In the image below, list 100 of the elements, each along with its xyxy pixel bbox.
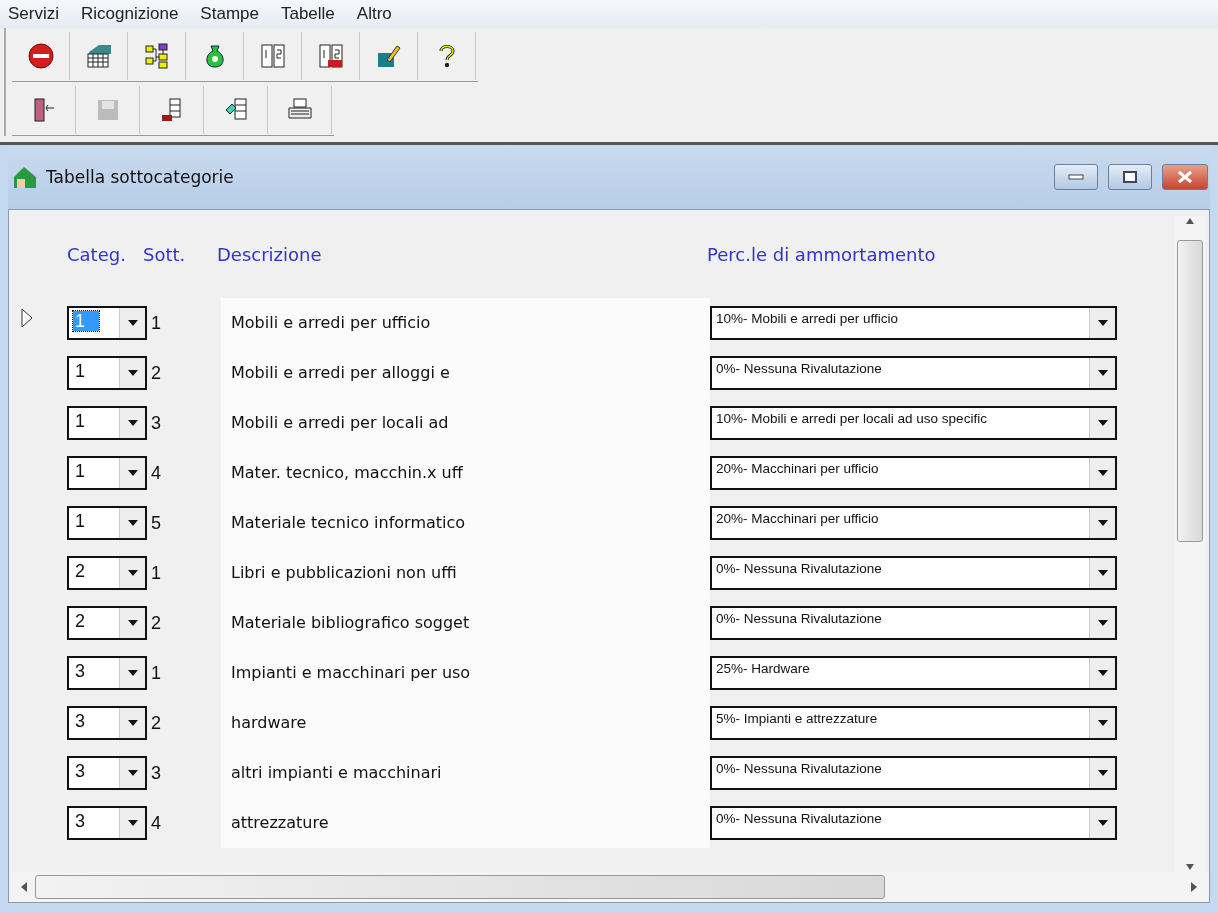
minimize-button[interactable] bbox=[1054, 164, 1098, 190]
caret-icon bbox=[1097, 670, 1108, 676]
dropdown-button[interactable] bbox=[119, 558, 145, 588]
close-icon bbox=[1177, 170, 1193, 184]
caret-icon bbox=[127, 720, 138, 726]
rate-dropdown[interactable]: 20%- Macchinari per ufficio bbox=[710, 506, 1117, 540]
table-cell: hardware bbox=[221, 698, 710, 748]
scroll-right-icon[interactable] bbox=[1191, 882, 1199, 892]
dropdown-button[interactable] bbox=[1089, 758, 1115, 788]
caret-icon bbox=[1097, 620, 1108, 626]
caret-icon bbox=[1097, 520, 1108, 526]
dropdown-button[interactable] bbox=[119, 708, 145, 738]
scroll-down-icon[interactable] bbox=[1186, 862, 1194, 872]
category-dropdown[interactable]: 3 bbox=[67, 656, 147, 690]
table-cell: Mater. tecnico, macchin.x uff bbox=[221, 448, 710, 498]
dropdown-button[interactable] bbox=[119, 508, 145, 538]
house-icon bbox=[12, 165, 38, 189]
table-cell-text: 1 bbox=[150, 562, 162, 584]
rate-dropdown[interactable]: 0%- Nessuna Rivalutazione bbox=[710, 606, 1117, 640]
scroll-thumb[interactable] bbox=[1177, 240, 1203, 542]
maximize-icon bbox=[1123, 171, 1137, 183]
table-cell: Libri e pubblicazioni non uffi bbox=[221, 548, 710, 598]
dropdown-button[interactable] bbox=[1089, 708, 1115, 738]
scroll-thumb[interactable] bbox=[35, 875, 885, 899]
table-cell-text: 1 bbox=[150, 312, 162, 334]
dropdown-button[interactable] bbox=[1089, 808, 1115, 838]
dropdown-button[interactable] bbox=[119, 608, 145, 638]
caret-icon bbox=[1097, 470, 1108, 476]
table-cell: Materiale tecnico informatico bbox=[221, 498, 710, 548]
scroll-left-icon[interactable] bbox=[19, 882, 27, 892]
category-dropdown[interactable]: 1 bbox=[67, 506, 147, 540]
rate-dropdown[interactable]: 0%- Nessuna Rivalutazione bbox=[710, 806, 1117, 840]
scroll-up-icon[interactable] bbox=[1186, 216, 1194, 226]
menu-item[interactable]: Stampe bbox=[200, 4, 259, 24]
rate-dropdown[interactable]: 0%- Nessuna Rivalutazione bbox=[710, 756, 1117, 790]
dropdown-button[interactable] bbox=[1089, 608, 1115, 638]
caret-icon bbox=[127, 570, 138, 576]
caret-icon bbox=[127, 470, 138, 476]
close-button[interactable] bbox=[1162, 164, 1208, 190]
rate-dropdown[interactable]: 25%- Hardware bbox=[710, 656, 1117, 690]
caret-icon bbox=[1097, 420, 1108, 426]
table-cell: altri impianti e macchinari bbox=[221, 748, 710, 798]
menu-item[interactable]: Ricognizione bbox=[81, 4, 179, 24]
menu-item[interactable]: Altro bbox=[356, 4, 392, 24]
category-dropdown[interactable]: 2 bbox=[67, 606, 147, 640]
dropdown-button[interactable] bbox=[119, 308, 145, 338]
table-cell: attrezzature bbox=[221, 798, 710, 848]
dropdown-button[interactable] bbox=[119, 358, 145, 388]
dropdown-button[interactable] bbox=[1089, 508, 1115, 538]
table-cell-text: 4 bbox=[150, 462, 162, 484]
table-cell: Materiale bibliografico sogget bbox=[221, 598, 710, 648]
caret-icon bbox=[1097, 320, 1108, 326]
table-cell-text: 2 bbox=[150, 712, 162, 734]
rate-dropdown[interactable]: 10%- Mobili e arredi per ufficio bbox=[710, 306, 1117, 340]
rate-dropdown[interactable]: 10%- Mobili e arredi per locali ad uso specific bbox=[710, 406, 1117, 440]
dropdown-button[interactable] bbox=[119, 808, 145, 838]
menu-item[interactable]: Servizi bbox=[8, 4, 59, 24]
caret-icon bbox=[1097, 720, 1108, 726]
dropdown-button[interactable] bbox=[1089, 308, 1115, 338]
category-dropdown[interactable]: 1 bbox=[67, 406, 147, 440]
dropdown-button[interactable] bbox=[1089, 458, 1115, 488]
dropdown-button[interactable] bbox=[119, 408, 145, 438]
dropdown-button[interactable] bbox=[1089, 408, 1115, 438]
horizontal-scrollbar[interactable] bbox=[9, 872, 1209, 902]
table-cell: Mobili e arredi per alloggi e bbox=[221, 348, 710, 398]
dropdown-button[interactable] bbox=[119, 658, 145, 688]
document-pages-icon bbox=[316, 42, 345, 70]
caret-icon bbox=[1097, 820, 1108, 826]
document-pages-icon bbox=[258, 42, 287, 70]
rate-dropdown[interactable]: 0%- Nessuna Rivalutazione bbox=[710, 556, 1117, 590]
dropdown-button[interactable] bbox=[1089, 658, 1115, 688]
category-dropdown[interactable]: 1 bbox=[67, 356, 147, 390]
dropdown-button[interactable] bbox=[1089, 358, 1115, 388]
rate-dropdown[interactable]: 5%- Impianti e attrezzature bbox=[710, 706, 1117, 740]
column-header: Perc.le di ammortamento bbox=[707, 243, 937, 265]
table-cell: Mobili e arredi per locali ad bbox=[221, 398, 710, 448]
rate-dropdown[interactable]: 20%- Macchinari per ufficio bbox=[710, 456, 1117, 490]
window-title: Tabella sottocategorie bbox=[46, 167, 235, 187]
vertical-scrollbar[interactable] bbox=[1175, 216, 1205, 872]
category-dropdown[interactable]: 3 bbox=[67, 706, 147, 740]
column-header: Categ. bbox=[67, 243, 127, 265]
rate-dropdown[interactable]: 0%- Nessuna Rivalutazione bbox=[710, 356, 1117, 390]
category-dropdown[interactable]: 2 bbox=[67, 556, 147, 590]
table-cell-text: 5 bbox=[150, 512, 162, 534]
restore-button[interactable] bbox=[1108, 164, 1152, 190]
stop-sign-icon bbox=[26, 42, 55, 70]
caret-icon bbox=[127, 670, 138, 676]
category-dropdown[interactable]: 3 bbox=[67, 756, 147, 790]
menu-item[interactable]: Tabelle bbox=[280, 4, 335, 24]
caret-icon bbox=[127, 620, 138, 626]
category-dropdown[interactable]: 1 bbox=[67, 456, 147, 490]
table-cell-text: 3 bbox=[150, 412, 162, 434]
category-dropdown[interactable]: 3 bbox=[67, 806, 147, 840]
table-cell-text: 4 bbox=[150, 812, 162, 834]
dropdown-button[interactable] bbox=[119, 458, 145, 488]
table-cell-text: 3 bbox=[150, 762, 162, 784]
dropdown-button[interactable] bbox=[1089, 558, 1115, 588]
dropdown-button[interactable] bbox=[119, 758, 145, 788]
caret-icon bbox=[1097, 570, 1108, 576]
table-cell-text: 2 bbox=[150, 612, 162, 634]
